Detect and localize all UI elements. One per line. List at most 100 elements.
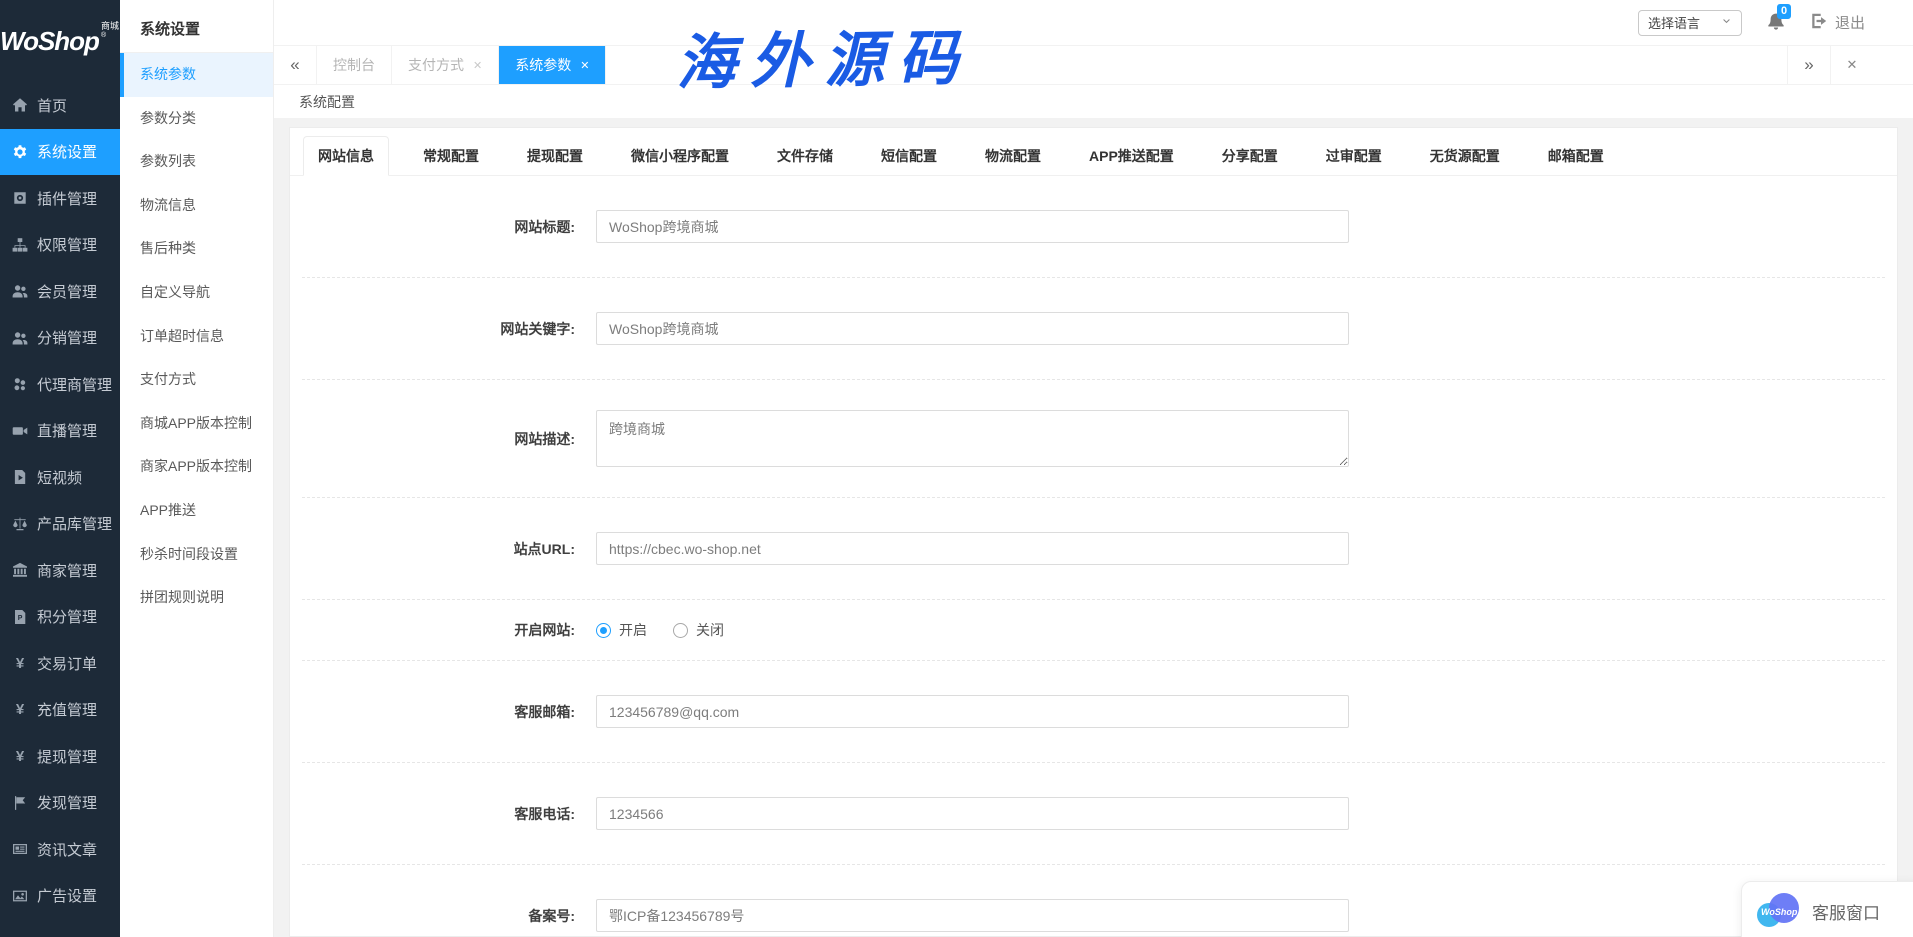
config-tab[interactable]: 分享配置 [1208, 136, 1292, 175]
text-input[interactable] [596, 797, 1349, 830]
field-label: 客服邮箱: [302, 702, 575, 722]
sidebar-item-label: 系统设置 [37, 141, 97, 162]
field-label: 网站描述: [302, 429, 575, 449]
config-tab[interactable]: 物流配置 [971, 136, 1055, 175]
content-area: 网站信息常规配置提现配置微信小程序配置文件存储短信配置物流配置 APP推送配置分享… [274, 118, 1913, 937]
submenu-item[interactable]: 系统参数 [120, 53, 273, 97]
sidebar-item[interactable]: ¥交易订单 [0, 640, 120, 687]
text-input[interactable] [596, 899, 1349, 932]
sidebar-item-label: 交易订单 [37, 653, 97, 674]
tabs-scroll-left-button[interactable]: « [274, 46, 317, 84]
submenu-item[interactable]: 商家APP版本控制 [120, 445, 273, 489]
window-tab[interactable]: 控制台 [317, 46, 392, 84]
radio-dot[interactable] [596, 623, 611, 638]
window-tab[interactable]: 支付方式✕ [392, 46, 499, 84]
sidebar-item[interactable]: P积分管理 [0, 594, 120, 641]
config-tab[interactable]: 邮箱配置 [1534, 136, 1618, 175]
brand-logo[interactable]: WoShop 商城® [0, 0, 120, 82]
radio-dot[interactable] [673, 623, 688, 638]
radio-option[interactable]: 开启 [596, 620, 647, 640]
submenu-item[interactable]: 参数列表 [120, 140, 273, 184]
sidebar-item-label: 资讯文章 [37, 839, 97, 860]
text-input[interactable] [596, 695, 1349, 728]
form-row: 备案号: [302, 865, 1885, 937]
newspaper-icon [11, 841, 29, 857]
sidebar-item-label: 代理商管理 [37, 374, 112, 395]
config-tab[interactable]: 短信配置 [867, 136, 951, 175]
yen-icon: ¥ [11, 748, 29, 765]
video-file-icon [11, 469, 29, 485]
sidebar-item[interactable]: 代理商管理 [0, 361, 120, 408]
sitemap-icon [11, 237, 29, 253]
main-area: 选择语言 0 退出 « 控制台支付方式✕系统参数✕ » ✕ 系统配置 网站信 [274, 0, 1913, 937]
window-tabs: 控制台支付方式✕系统参数✕ [317, 46, 606, 84]
field-label: 网站关键字: [302, 319, 575, 339]
window-tab-label: 控制台 [333, 55, 375, 75]
submenu-item[interactable]: 支付方式 [120, 358, 273, 402]
sidebar-item[interactable]: 权限管理 [0, 222, 120, 269]
config-tab[interactable]: 过审配置 [1312, 136, 1396, 175]
sidebar-item[interactable]: ¥充值管理 [0, 687, 120, 734]
tab-close-icon[interactable]: ✕ [473, 59, 482, 72]
sidebar-item[interactable]: 插件管理 [0, 175, 120, 222]
sidebar-item[interactable]: 发现管理 [0, 780, 120, 827]
submenu-item[interactable]: 售后种类 [120, 227, 273, 271]
form-row: 开启网站:开启关闭 [302, 600, 1885, 661]
brand-tag: 商城® [101, 19, 120, 43]
submenu-item[interactable]: 商城APP版本控制 [120, 402, 273, 446]
gear-icon [11, 144, 29, 160]
plugin-icon [11, 190, 29, 206]
sidebar-item[interactable]: 产品库管理 [0, 501, 120, 548]
sidebar-item[interactable]: 商家管理 [0, 547, 120, 594]
sidebar-item[interactable]: 直播管理 [0, 408, 120, 455]
radio-option[interactable]: 关闭 [673, 620, 724, 640]
window-tab[interactable]: 系统参数✕ [499, 46, 606, 84]
config-tab[interactable]: 常规配置 [409, 136, 493, 175]
text-input[interactable] [596, 312, 1349, 345]
sidebar-item[interactable]: 系统设置 [0, 129, 120, 176]
notification-badge: 0 [1777, 4, 1791, 19]
submenu-item[interactable]: 订单超时信息 [120, 315, 273, 359]
submenu-item[interactable]: 秒杀时间段设置 [120, 533, 273, 577]
sidebar-item-label: 短视频 [37, 467, 82, 488]
text-input[interactable] [596, 210, 1349, 243]
tabs-scroll-right-button[interactable]: » [1787, 46, 1830, 84]
textarea-input[interactable]: 跨境商城 [596, 410, 1349, 467]
sidebar-item[interactable]: ¥提现管理 [0, 733, 120, 780]
tabs-close-button[interactable]: ✕ [1830, 46, 1873, 84]
sidebar-item[interactable]: 资讯文章 [0, 826, 120, 873]
config-tab[interactable]: APP推送配置 [1075, 136, 1188, 175]
topbar: 选择语言 0 退出 [274, 0, 1913, 45]
bell-icon [1766, 19, 1786, 36]
submenu-item[interactable]: 自定义导航 [120, 271, 273, 315]
config-tabs: 网站信息常规配置提现配置微信小程序配置文件存储短信配置物流配置 APP推送配置分享… [290, 136, 1897, 176]
submenu-title: 系统设置 [120, 0, 273, 53]
submenu-item[interactable]: 参数分类 [120, 97, 273, 141]
language-select[interactable]: 选择语言 [1638, 10, 1742, 36]
config-tab[interactable]: 网站信息 [303, 136, 389, 176]
notifications-button[interactable]: 0 [1766, 12, 1786, 34]
chat-widget-button[interactable]: WoShop 客服窗口 [1741, 881, 1913, 937]
text-input[interactable] [596, 532, 1349, 565]
video-camera-icon [11, 423, 29, 439]
chat-logo: WoShop [1757, 893, 1801, 929]
sidebar-item[interactable]: 分销管理 [0, 315, 120, 362]
config-tab[interactable]: 无货源配置 [1416, 136, 1514, 175]
sidebar-item[interactable]: 首页 [0, 82, 120, 129]
logout-label: 退出 [1835, 12, 1865, 33]
logout-button[interactable]: 退出 [1810, 12, 1865, 34]
breadcrumb: 系统配置 [274, 85, 1913, 118]
config-tab[interactable]: 文件存储 [763, 136, 847, 175]
sidebar-item[interactable]: 广告设置 [0, 873, 120, 920]
sidebar-item[interactable]: 短视频 [0, 454, 120, 501]
brand-name: WoShop [0, 26, 99, 57]
scale-icon [11, 516, 29, 532]
sidebar-item[interactable]: 会员管理 [0, 268, 120, 315]
config-tab[interactable]: 提现配置 [513, 136, 597, 175]
submenu-item[interactable]: APP推送 [120, 489, 273, 533]
settings-card: 网站信息常规配置提现配置微信小程序配置文件存储短信配置物流配置 APP推送配置分享… [289, 127, 1898, 937]
submenu-item[interactable]: 拼团规则说明 [120, 576, 273, 620]
tab-close-icon[interactable]: ✕ [580, 59, 589, 72]
config-tab[interactable]: 微信小程序配置 [617, 136, 743, 175]
submenu-item[interactable]: 物流信息 [120, 184, 273, 228]
